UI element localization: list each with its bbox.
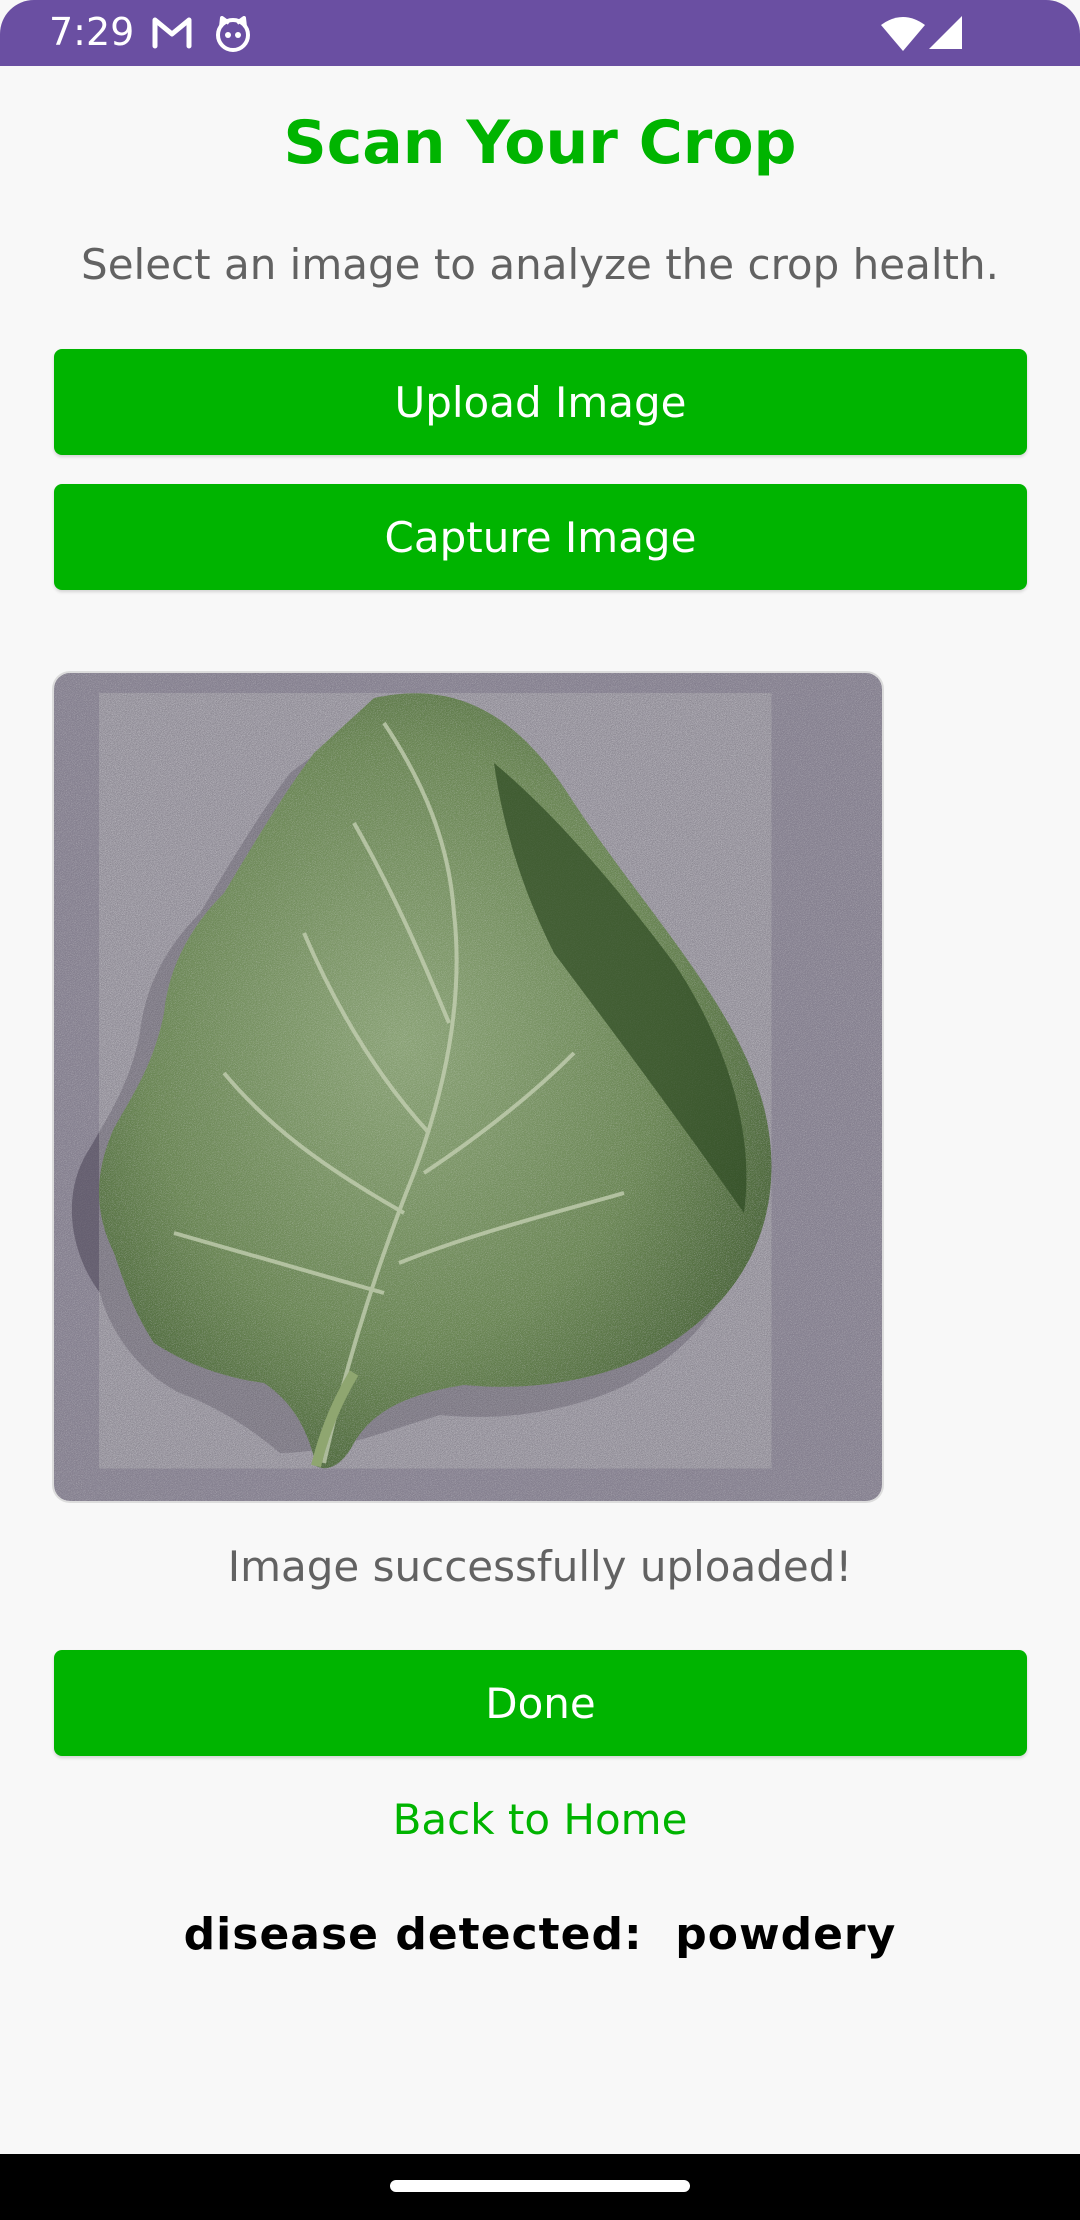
capture-image-button[interactable]: Capture Image <box>54 484 1027 590</box>
disease-result-text: disease detected: powdery <box>183 1909 897 1960</box>
page-subtitle: Select an image to analyze the crop heal… <box>81 240 999 289</box>
cat-face-icon <box>214 14 252 57</box>
page-title: Scan Your Crop <box>283 108 797 178</box>
upload-status-text: Image successfully uploaded! <box>227 1542 853 1591</box>
done-button[interactable]: Done <box>54 1650 1027 1756</box>
leaf-preview-image <box>54 673 882 1501</box>
back-to-home-link[interactable]: Back to Home <box>0 1795 1080 1844</box>
status-bar: 7:29 <box>0 0 1080 66</box>
wifi-icon <box>880 16 926 57</box>
navigation-bar <box>0 2154 1080 2220</box>
signal-icon <box>928 16 964 55</box>
gmail-icon <box>150 14 194 55</box>
home-handle[interactable] <box>390 2180 690 2192</box>
status-time: 7:29 <box>49 10 135 54</box>
upload-image-button[interactable]: Upload Image <box>54 349 1027 455</box>
